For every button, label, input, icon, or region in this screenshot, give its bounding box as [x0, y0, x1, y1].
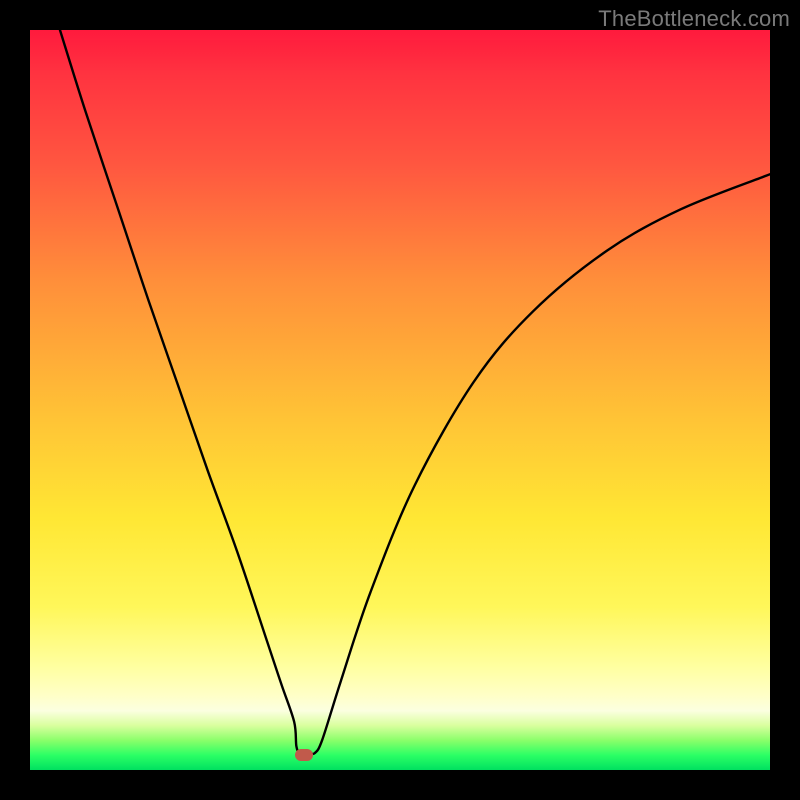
- minimum-marker: [295, 749, 313, 761]
- chart-frame: TheBottleneck.com: [0, 0, 800, 800]
- curve-svg: [30, 30, 770, 770]
- bottleneck-curve: [60, 30, 770, 754]
- plot-area: [30, 30, 770, 770]
- watermark-text: TheBottleneck.com: [598, 6, 790, 32]
